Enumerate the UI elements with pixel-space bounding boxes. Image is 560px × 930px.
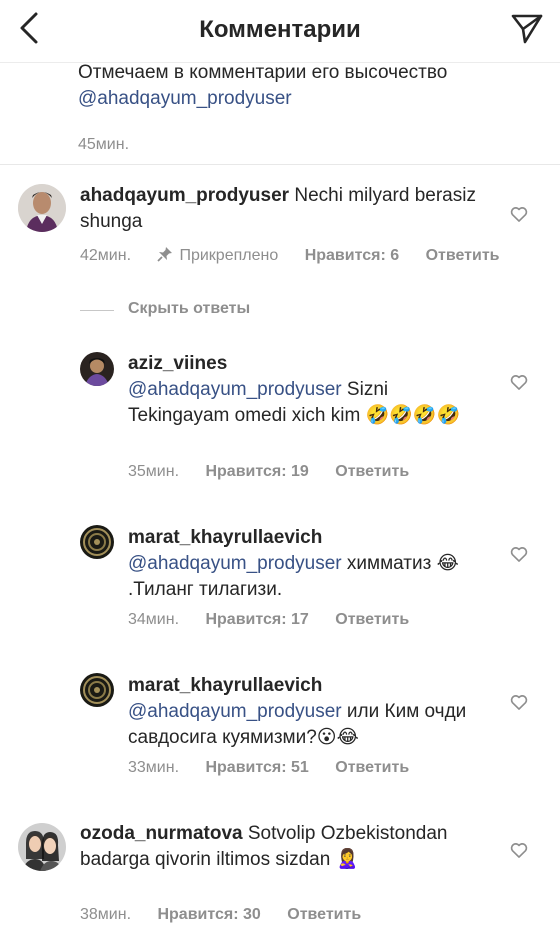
- comment-time: 38мин.: [80, 906, 132, 923]
- comment-username[interactable]: aziz_viines: [128, 353, 227, 374]
- hide-replies-button[interactable]: Скрыть ответы: [128, 300, 250, 318]
- comment-username[interactable]: marat_khayrullaevich: [128, 675, 322, 696]
- heart-outline-icon[interactable]: [509, 544, 529, 564]
- comment-meta: 42мин. Прикреплено Нравится: 6 Ответить: [80, 246, 500, 265]
- header: Комментарии: [0, 0, 560, 63]
- likes-count[interactable]: Нравится: 19: [205, 463, 308, 480]
- reply-button[interactable]: Ответить: [335, 463, 409, 480]
- comment-username[interactable]: marat_khayrullaevich: [128, 527, 322, 548]
- divider: [0, 164, 560, 165]
- likes-count[interactable]: Нравится: 17: [205, 611, 308, 628]
- likes-count[interactable]: Нравится: 6: [305, 247, 399, 264]
- avatar[interactable]: [80, 673, 114, 707]
- avatar[interactable]: [18, 184, 66, 232]
- comment-body: aziz_viines @ahadqayum_prodyuser Sizni T…: [128, 351, 478, 429]
- reply-button[interactable]: Ответить: [287, 906, 361, 923]
- caption-time: 45мин.: [78, 136, 130, 153]
- comment-body: ahadqayum_prodyuser Nechi milyard berasi…: [80, 183, 480, 235]
- comment-time: 34мин.: [128, 611, 180, 628]
- comment-username[interactable]: ozoda_nurmatova: [80, 823, 243, 844]
- pinned-text: Прикреплено: [179, 247, 279, 264]
- page-title: Комментарии: [199, 16, 361, 43]
- comment-username[interactable]: ahadqayum_prodyuser: [80, 185, 289, 206]
- comment-time: 42мин.: [80, 247, 132, 264]
- comment-meta: 35мин. Нравится: 19 Ответить: [128, 463, 409, 481]
- comment-meta: 34мин. Нравится: 17 Ответить: [128, 611, 409, 629]
- comment-time: 33мин.: [128, 759, 180, 776]
- post-caption: Отмечаем в комментарии его высочество @a…: [78, 60, 538, 158]
- reply-button[interactable]: Ответить: [426, 247, 500, 264]
- comment-body: ozoda_nurmatova Sotvolip Ozbekistondan b…: [80, 821, 480, 873]
- comment-body: marat_khayrullaevich @ahadqayum_prodyuse…: [128, 673, 478, 751]
- likes-count[interactable]: Нравится: 51: [205, 759, 308, 776]
- avatar[interactable]: [80, 352, 114, 386]
- divider: [80, 310, 114, 311]
- comment-meta: 38мин. Нравится: 30 Ответить: [80, 906, 361, 924]
- pinned-label: Прикреплено: [157, 247, 282, 264]
- comment-meta: 33мин. Нравится: 51 Ответить: [128, 759, 409, 777]
- comment-body: marat_khayrullaevich @ahadqayum_prodyuse…: [128, 525, 488, 603]
- avatar[interactable]: [18, 823, 66, 871]
- avatar[interactable]: [80, 525, 114, 559]
- heart-outline-icon[interactable]: [509, 204, 529, 224]
- likes-count[interactable]: Нравится: 30: [157, 906, 260, 923]
- comment-time: 35мин.: [128, 463, 180, 480]
- pin-icon: [157, 247, 173, 262]
- comment-mention[interactable]: @ahadqayum_prodyuser: [128, 379, 342, 400]
- heart-outline-icon[interactable]: [509, 372, 529, 392]
- reply-button[interactable]: Ответить: [335, 759, 409, 776]
- comment-mention[interactable]: @ahadqayum_prodyuser: [128, 701, 342, 722]
- reply-button[interactable]: Ответить: [335, 611, 409, 628]
- comment-mention[interactable]: @ahadqayum_prodyuser: [128, 553, 342, 574]
- paper-plane-icon[interactable]: [510, 12, 544, 46]
- caption-text: Отмечаем в комментарии его высочество: [78, 62, 448, 83]
- heart-outline-icon[interactable]: [509, 840, 529, 860]
- caption-mention[interactable]: @ahadqayum_prodyuser: [78, 88, 292, 109]
- heart-outline-icon[interactable]: [509, 692, 529, 712]
